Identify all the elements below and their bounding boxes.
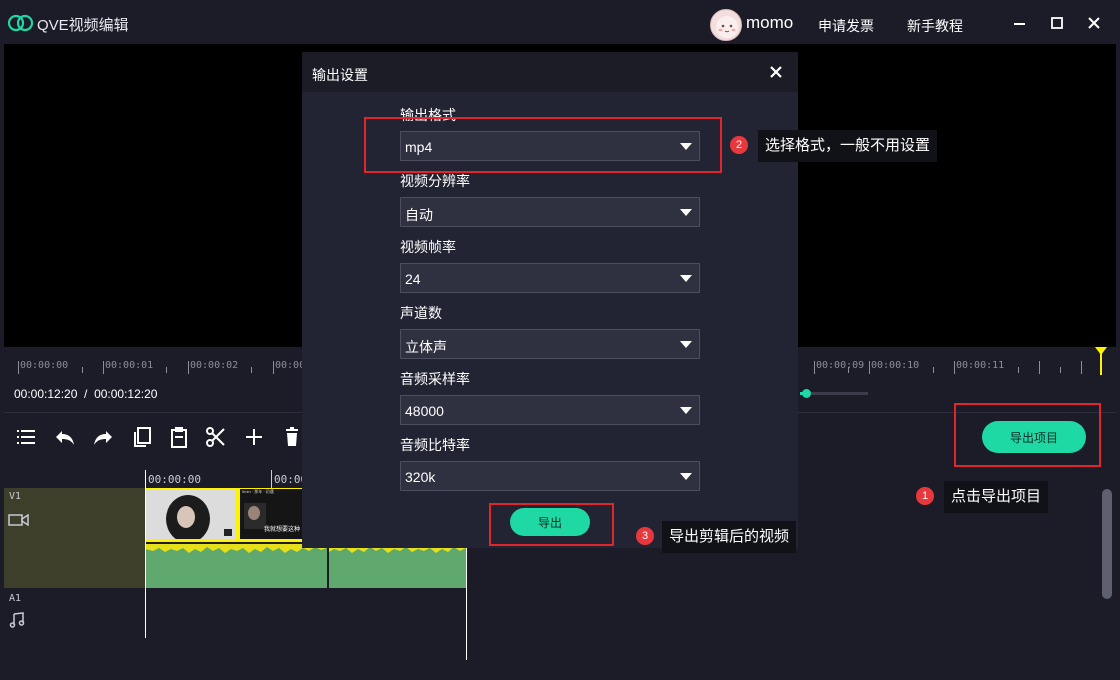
dropdown-arrow-icon [680,209,692,216]
audio-clip[interactable] [329,544,466,588]
scissors-icon[interactable] [204,425,228,449]
annotation-badge: 3 [636,527,654,545]
annotation-badge: 1 [916,487,934,505]
audio-clip[interactable] [145,544,327,588]
minimize-icon[interactable] [1010,13,1030,33]
resolution-value: 自动 [405,207,433,223]
ruler-tick [869,361,870,374]
ruler-tick [18,361,19,374]
music-note-icon [9,612,25,628]
framerate-label: 视频帧率 [400,239,456,255]
dropdown-arrow-icon [680,407,692,414]
annotation-callout: 选择格式，一般不用设置 [758,130,938,162]
timeline-scrollbar[interactable] [1102,489,1112,599]
timeline-cursor[interactable] [145,470,146,638]
plus-icon[interactable] [242,425,266,449]
ruler-tick [814,361,815,374]
clip-overlay-text: 我就想要这种 [264,527,301,533]
ruler-tick [251,367,252,373]
ruler-tick [954,361,955,374]
username[interactable]: momo [746,13,793,33]
annotation-callout: 导出剪辑后的视频 [662,521,797,553]
ruler-tick [166,367,167,373]
dialog-header [302,52,798,92]
tutorial-link[interactable]: 新手教程 [907,16,963,36]
ruler-label: 00:00:02 [190,360,239,371]
ruler-tick [273,361,274,374]
bitrate-value: 320k [405,469,436,485]
ruler-label: 00:00:01 [105,360,154,371]
app-logo-icon [8,14,34,32]
video-track-label: V1 [9,491,22,502]
maximize-icon[interactable] [1047,13,1067,33]
framerate-select[interactable]: 24 [400,263,700,293]
samplerate-value: 48000 [405,403,444,419]
audio-track-label: A1 [9,593,22,604]
timecode-display: 00:00:12:20 / 00:00:12:20 [14,387,158,401]
ruler-tick [1039,361,1040,374]
annotation-box-format [364,117,722,173]
channels-select[interactable]: 立体声 [400,329,700,359]
timeline-tick [271,470,272,488]
copy-icon[interactable] [130,425,154,449]
bitrate-label: 音频比特率 [400,437,470,453]
dialog-close-icon[interactable] [766,62,786,82]
ruler-tick [848,367,849,373]
framerate-value: 24 [405,271,421,287]
ruler-tick [1018,367,1019,373]
resolution-label: 视频分辨率 [400,173,470,189]
ruler-tick [1081,361,1082,374]
samplerate-label: 音频采样率 [400,371,470,387]
redo-icon[interactable] [91,425,115,449]
ruler-label: 00:00:09 [816,360,865,371]
channels-value: 立体声 [405,339,447,355]
dropdown-arrow-icon [680,341,692,348]
annotation-box-export-project [954,403,1101,467]
timeline-end-line [466,545,467,660]
list-icon[interactable] [14,425,38,449]
annotation-callout: 点击导出项目 [944,481,1049,513]
samplerate-select[interactable]: 48000 [400,395,700,425]
video-track-header[interactable] [4,488,145,588]
ruler-tick [933,367,934,373]
video-clip[interactable]: 5min · 那年 · 初遇 我就想要这种 [145,488,302,542]
ruler-tick [103,361,104,374]
clip-thumbnail: 5min · 那年 · 初遇 我就想要这种 [240,489,302,539]
playhead-marker-icon[interactable] [1094,347,1108,375]
resolution-select[interactable]: 自动 [400,197,700,227]
clip-tag-text: 5min · 那年 · 初遇 [242,489,274,494]
dropdown-arrow-icon [680,473,692,480]
timeline-ruler-label: 00:00:00 [148,473,201,486]
ruler-tick [1060,367,1061,373]
ruler-tick [188,361,189,374]
undo-icon[interactable] [53,425,77,449]
trash-icon[interactable] [280,425,304,449]
ruler-label: 00:00:00 [20,360,69,371]
clip-thumbnail-image [146,489,235,539]
app-title: QVE视频编辑 [37,17,129,34]
ruler-label: 00:00 [275,360,306,371]
close-icon[interactable] [1084,13,1104,33]
dialog-title: 输出设置 [312,67,368,83]
annotation-badge: 2 [730,136,748,154]
clip-thumbnail [146,489,235,539]
dropdown-arrow-icon [680,275,692,282]
avatar[interactable] [710,9,742,41]
video-camera-icon [8,513,29,527]
ruler-tick [82,367,83,373]
invoice-link[interactable]: 申请发票 [818,16,874,36]
audio-waveform [329,544,466,553]
channels-label: 声道数 [400,305,442,321]
paste-icon[interactable] [167,425,191,449]
annotation-box-export [489,503,614,546]
audio-waveform [145,544,327,553]
ruler-label: 00:00:11 [956,360,1005,371]
bitrate-select[interactable]: 320k [400,461,700,491]
ruler-label: 00:00:10 [871,360,920,371]
zoom-slider-handle[interactable] [802,389,811,398]
